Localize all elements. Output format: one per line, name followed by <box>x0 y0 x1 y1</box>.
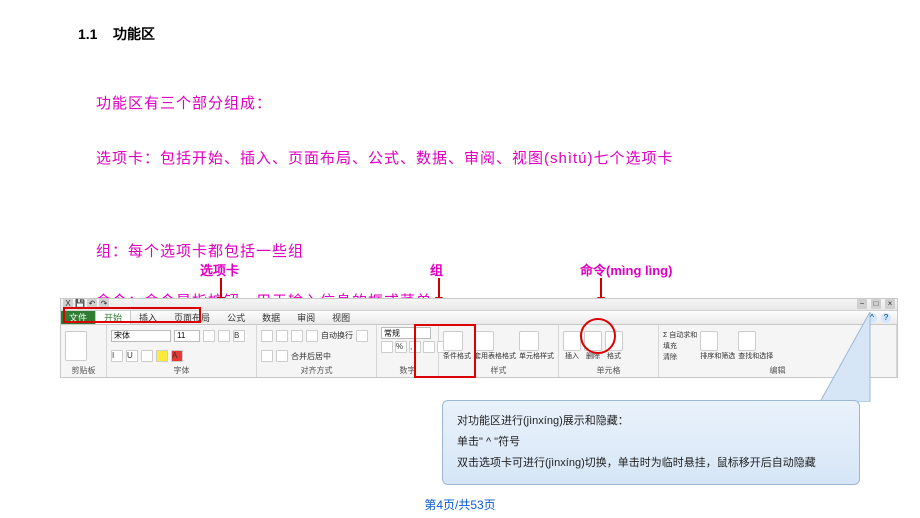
fill-button[interactable]: 填充 <box>663 341 697 351</box>
group-alignment: 自动换行 合并后居中 对齐方式 <box>257 325 377 377</box>
help-icon[interactable]: ? <box>881 313 891 323</box>
groups-description: 组：每个选项卡都包括一些组 <box>96 240 304 261</box>
percent-icon[interactable]: % <box>395 341 407 353</box>
ribbon-groups-row: 剪贴板 B I U A 字体 自动换行 <box>61 325 897 377</box>
fill-color-icon[interactable] <box>156 350 168 362</box>
orientation-icon[interactable] <box>306 330 318 342</box>
annotation-group-label: 组 <box>430 260 443 279</box>
comma-icon[interactable]: , <box>409 341 421 353</box>
save-icon[interactable]: 💾 <box>75 299 85 309</box>
title-bar: X 💾 ↶ ↷ − □ × <box>61 299 897 311</box>
ribbon-tabs-row: 文件 开始 插入 页面布局 公式 数据 审阅 视图 ^ ? <box>61 311 897 325</box>
group-label: 字体 <box>111 365 252 377</box>
font-color-icon[interactable]: A <box>171 350 183 362</box>
section-number: 1.1 <box>78 26 97 42</box>
style-label: 条件格式 <box>443 351 471 361</box>
group-label: 对齐方式 <box>261 365 372 377</box>
align-left-icon[interactable] <box>356 330 368 342</box>
merge-center-button[interactable]: 合并后居中 <box>291 351 331 362</box>
file-button[interactable]: 文件 <box>61 311 95 324</box>
edit-label: 排序和筛选 <box>700 351 735 361</box>
annotation-arrow <box>438 278 440 298</box>
border-icon[interactable] <box>141 350 153 362</box>
callout-line2: 单击" ^ "符号 <box>457 432 845 453</box>
cell-label: 格式 <box>605 351 623 361</box>
underline-icon[interactable]: U <box>126 350 138 362</box>
annotation-arrow <box>220 278 222 298</box>
tab-home[interactable]: 开始 <box>95 311 131 324</box>
callout-line3: 双击选项卡可进行(jìnxíng)切换，单击时为临时悬挂，鼠标移开后自动隐藏 <box>457 453 845 474</box>
group-label: 样式 <box>443 365 554 377</box>
table-format-button[interactable] <box>474 331 494 351</box>
group-styles: 条件格式 套用表格格式 单元格样式 样式 <box>439 325 559 377</box>
annotation-command-label: 命令(mìng lìng) <box>580 260 672 279</box>
align-center-icon[interactable] <box>261 350 273 362</box>
group-label: 单元格 <box>563 365 654 377</box>
align-middle-icon[interactable] <box>276 330 288 342</box>
font-size-input[interactable] <box>174 330 200 342</box>
find-select-button[interactable] <box>738 331 756 351</box>
italic-icon[interactable]: I <box>111 350 123 362</box>
clear-button[interactable]: 清除 <box>663 352 697 362</box>
page-footer: 第4页/共53页 <box>0 496 920 513</box>
increase-font-icon[interactable] <box>203 330 215 342</box>
style-label: 单元格样式 <box>519 351 554 361</box>
cell-label: 插入 <box>563 351 581 361</box>
annotation-arrow <box>600 278 602 298</box>
group-label: 数字 <box>381 365 434 377</box>
conditional-format-button[interactable] <box>443 331 463 351</box>
intro-line: 功能区有三个部分组成： <box>96 92 272 113</box>
align-bottom-icon[interactable] <box>291 330 303 342</box>
excel-icon: X <box>63 299 73 309</box>
font-name-input[interactable] <box>111 330 171 342</box>
decrease-font-icon[interactable] <box>218 330 230 342</box>
group-font: B I U A 字体 <box>107 325 257 377</box>
tab-data[interactable]: 数据 <box>254 311 289 324</box>
currency-icon[interactable] <box>381 341 393 353</box>
tab-view[interactable]: 视图 <box>324 311 359 324</box>
annotation-tab-label: 选项卡 <box>200 260 239 279</box>
group-label: 剪贴板 <box>65 365 102 377</box>
tab-insert[interactable]: 插入 <box>131 311 166 324</box>
maximize-icon[interactable]: □ <box>871 299 881 309</box>
format-cells-button[interactable] <box>605 331 623 351</box>
align-top-icon[interactable] <box>261 330 273 342</box>
tab-review[interactable]: 审阅 <box>289 311 324 324</box>
group-cells: 插入 删除 格式 单元格 <box>559 325 659 377</box>
undo-icon[interactable]: ↶ <box>87 299 97 309</box>
edit-label: 查找和选择 <box>738 351 773 361</box>
excel-ribbon: X 💾 ↶ ↷ − □ × 文件 开始 插入 页面布局 公式 数据 审阅 视图 … <box>60 298 898 378</box>
sort-filter-button[interactable] <box>700 331 718 351</box>
section-header: 1.1 功能区 <box>78 24 155 44</box>
paste-button[interactable] <box>65 331 87 361</box>
align-right-icon[interactable] <box>276 350 288 362</box>
bold-icon[interactable]: B <box>233 330 245 342</box>
group-number: % , 数字 <box>377 325 439 377</box>
number-format-select[interactable] <box>381 327 431 339</box>
wrap-text-button[interactable]: 自动换行 <box>321 330 353 341</box>
style-label: 套用表格格式 <box>474 351 516 361</box>
tabs-description: 选项卡：包括开始、插入、页面布局、公式、数据、审阅、视图(shìtú)七个选项卡 <box>96 142 756 175</box>
cell-style-button[interactable] <box>519 331 539 351</box>
section-title: 功能区 <box>113 26 155 42</box>
delete-cells-button[interactable] <box>584 331 602 351</box>
group-clipboard: 剪贴板 <box>61 325 107 377</box>
minimize-icon[interactable]: − <box>857 299 867 309</box>
increase-decimal-icon[interactable] <box>423 341 435 353</box>
insert-cells-button[interactable] <box>563 331 581 351</box>
close-icon[interactable]: × <box>885 299 895 309</box>
tab-page-layout[interactable]: 页面布局 <box>166 311 219 324</box>
redo-icon[interactable]: ↷ <box>99 299 109 309</box>
cell-label: 删除 <box>584 351 602 361</box>
callout-line1: 对功能区进行(jìnxíng)展示和隐藏： <box>457 411 845 432</box>
tab-formulas[interactable]: 公式 <box>219 311 254 324</box>
callout-tip: 对功能区进行(jìnxíng)展示和隐藏： 单击" ^ "符号 双击选项卡可进行… <box>442 400 860 485</box>
autosum-button[interactable]: Σ 自动求和 <box>663 330 697 340</box>
